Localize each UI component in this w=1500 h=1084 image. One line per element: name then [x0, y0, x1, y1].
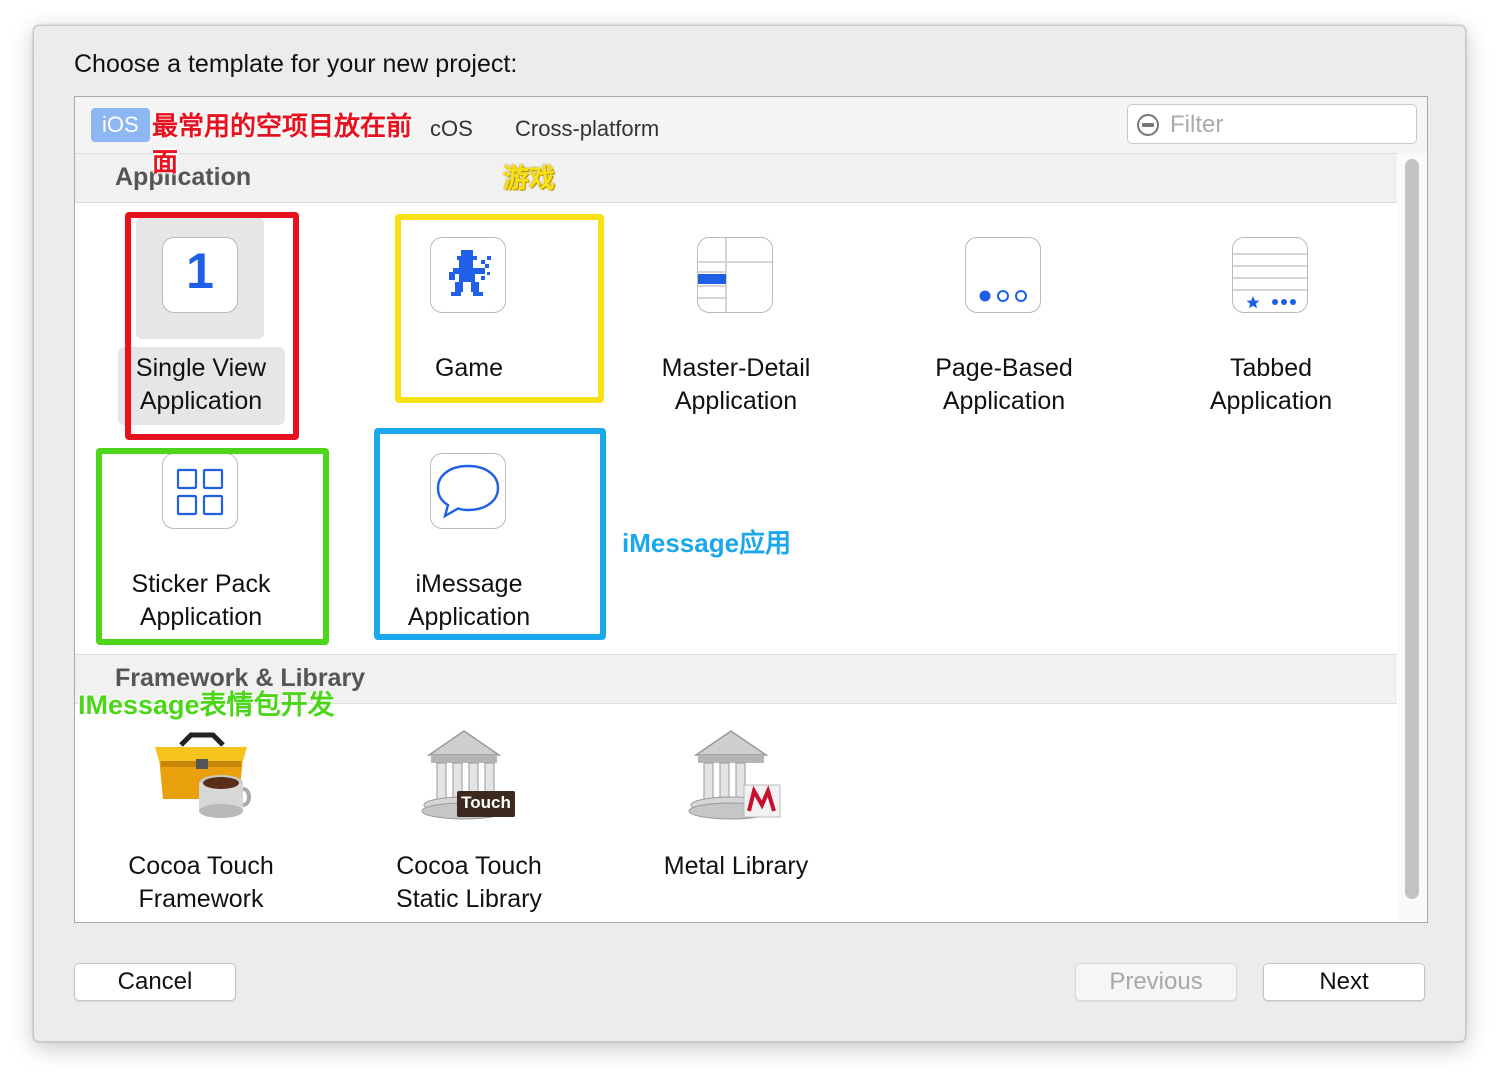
dialog-prompt: Choose a template for your new project:	[74, 50, 518, 78]
template-label: iMessage Application	[407, 570, 531, 631]
sticker-grid-icon	[162, 453, 238, 529]
page-dots-icon	[965, 237, 1041, 313]
scrollbar-thumb[interactable]	[1405, 159, 1419, 899]
template-tabbed-application[interactable]: Tabbed Application	[1146, 237, 1396, 437]
tab-bar-icon	[1232, 237, 1308, 313]
template-label: Cocoa Touch Static Library	[396, 852, 542, 913]
master-detail-icon	[697, 237, 773, 313]
template-game[interactable]: Game	[344, 237, 594, 437]
toolbox-icon	[155, 732, 251, 818]
touch-badge: Touch	[461, 793, 511, 812]
tab-ios[interactable]: iOS	[91, 108, 150, 142]
previous-button[interactable]: Previous	[1075, 963, 1237, 1001]
cancel-button[interactable]: Cancel	[74, 963, 236, 1001]
template-label: Page-Based Application	[935, 354, 1073, 415]
template-label: Cocoa Touch Framework	[128, 852, 274, 913]
template-sticker-pack-application[interactable]: Sticker Pack Application	[76, 453, 326, 653]
next-button[interactable]: Next	[1263, 963, 1425, 1001]
template-label: Sticker Pack Application	[131, 570, 271, 631]
game-sprite-icon	[430, 237, 506, 313]
annotation-text-green: IMessage表情包开发	[78, 690, 335, 720]
template-label: Master-Detail Application	[661, 354, 811, 415]
vertical-scrollbar[interactable]	[1398, 153, 1427, 922]
template-cocoa-touch-static-library[interactable]: Touch Cocoa Touch Static Library	[344, 727, 594, 922]
tab-macos[interactable]: cOS	[430, 112, 473, 146]
annotation-text-yellow: 游戏	[503, 163, 556, 193]
filter-icon	[1137, 114, 1159, 136]
speech-bubble-icon	[430, 453, 506, 529]
single-view-icon: 1	[162, 237, 238, 313]
annotation-text-blue: iMessage应用	[622, 528, 792, 558]
template-label: Metal Library	[663, 852, 809, 880]
template-label: Game	[434, 354, 504, 382]
template-imessage-application[interactable]: iMessage Application	[344, 453, 594, 653]
template-label: Single View Application	[135, 354, 267, 415]
annotation-text-red: 最常用的空项目放在前面	[152, 111, 413, 177]
template-metal-library[interactable]: Metal Library	[611, 727, 861, 922]
template-page-based-application[interactable]: Page-Based Application	[879, 237, 1129, 437]
metal-library-icon	[688, 730, 781, 820]
template-cocoa-touch-framework[interactable]: Cocoa Touch Framework	[76, 727, 326, 922]
template-label: Tabbed Application	[1209, 354, 1333, 415]
single-view-glyph: 1	[186, 243, 214, 299]
tab-cross-platform[interactable]: Cross-platform	[515, 112, 659, 146]
template-single-view-application[interactable]: 1 Single View Application	[76, 237, 326, 437]
filter-input[interactable]	[1168, 109, 1412, 141]
filter-field[interactable]	[1127, 104, 1417, 144]
template-panel: iOS cOS Cross-platform Application 1	[74, 96, 1428, 923]
template-master-detail-application[interactable]: Master-Detail Application	[611, 237, 861, 437]
